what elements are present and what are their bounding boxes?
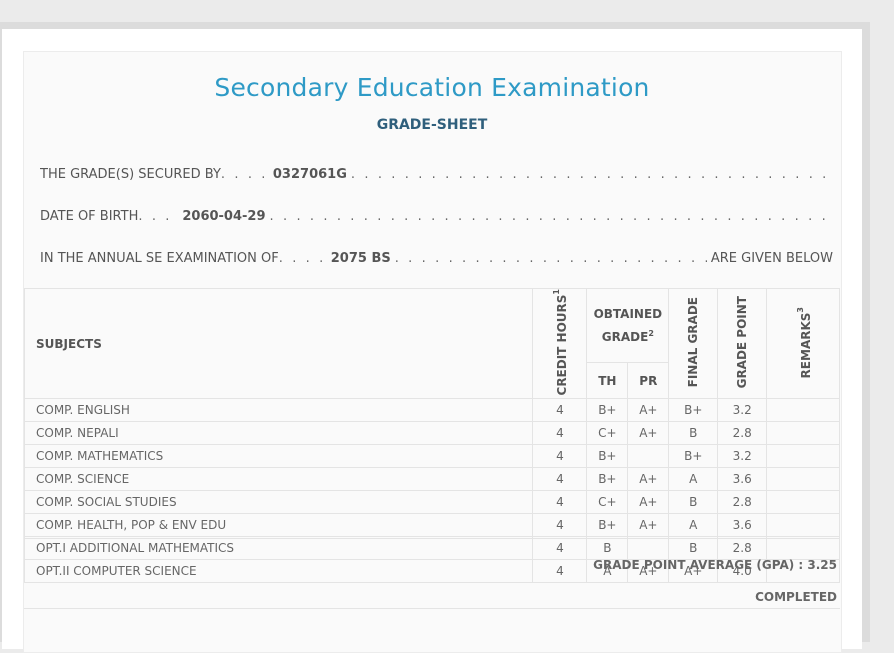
dot-leader: . . . . . . . . . . . . . . . . . . . . … <box>350 166 833 182</box>
subjects-header: SUBJECTS <box>23 287 534 400</box>
credit-hours-cell: 4 <box>532 398 588 423</box>
completion-status: COMPLETED <box>755 590 837 604</box>
remarks-cell <box>766 444 840 469</box>
gpa-value: 3.25 <box>807 558 837 572</box>
subject-cell: COMP. HEALTH, POP & ENV EDU <box>23 513 534 538</box>
grade-point-cell: 3.2 <box>717 398 768 423</box>
final-grade-cell: B <box>668 536 719 561</box>
subject-cell: COMP. MATHEMATICS <box>23 444 534 469</box>
theory-grade-cell: B+ <box>586 467 629 492</box>
table-row: COMP. SCIENCE 4 B+ A+ A 3.6 <box>23 467 840 492</box>
practical-grade-cell: A+ <box>627 398 670 423</box>
credit-hours-cell: 4 <box>532 559 588 584</box>
symbol-number: 0327061G <box>272 166 347 182</box>
gpa-summary: GRADE POINT AVERAGE (GPA) : 3.25 <box>593 558 837 572</box>
secured-by-line: THE GRADE(S) SECURED BY . . . . . . . . … <box>40 165 833 183</box>
subject-cell: OPT.I ADDITIONAL MATHEMATICS <box>23 536 534 561</box>
theory-grade-cell: B+ <box>586 398 629 423</box>
practical-grade-cell: A+ <box>627 490 670 515</box>
dob-label: DATE OF BIRTH <box>40 208 139 224</box>
gpa-label: GRADE POINT AVERAGE (GPA) : <box>593 558 804 572</box>
grade-point-cell: 2.8 <box>717 421 768 446</box>
table-row: COMP. HEALTH, POP & ENV EDU 4 B+ A+ A 3.6 <box>23 513 840 538</box>
dob-value: 2060-04-29 <box>182 208 266 224</box>
grade-sheet-heading: GRADE-SHEET <box>376 117 488 133</box>
grade-point-cell: 3.6 <box>717 513 768 538</box>
grade-point-cell: 2.8 <box>717 536 768 561</box>
practical-grade-cell: A+ <box>627 513 670 538</box>
credit-hours-cell: 4 <box>532 513 588 538</box>
dot-leader: . . . . . . . . . . . . . . . . . . . . … <box>269 208 833 224</box>
exam-year-line: IN THE ANNUAL SE EXAMINATION OF . . . . … <box>40 249 833 267</box>
final-grade-cell: B <box>668 421 719 446</box>
subject-cell: COMP. NEPALI <box>23 421 534 446</box>
remarks-cell <box>766 536 840 561</box>
remarks-cell <box>766 513 840 538</box>
grade-point-cell: 2.8 <box>717 490 768 515</box>
final-grade-cell: A <box>668 467 719 492</box>
final-grade-cell: A <box>668 513 719 538</box>
given-below-label: ARE GIVEN BELOW <box>710 250 833 266</box>
table-row: COMP. NEPALI 4 C+ A+ B 2.8 <box>23 421 840 446</box>
exam-label: IN THE ANNUAL SE EXAMINATION OF <box>40 250 279 266</box>
final-grade-cell: B+ <box>668 444 719 469</box>
obtained-grade-header: OBTAINED GRADE2 <box>586 288 670 363</box>
grades-table: SUBJECTS CREDIT HOURS1 OBTAINED GRADE2 F… <box>23 287 840 584</box>
exam-year-value: 2075 BS <box>330 250 391 266</box>
theory-grade-cell: B+ <box>586 513 629 538</box>
divider <box>24 608 840 609</box>
dot-leader: . . . . . . . . . <box>138 208 178 224</box>
secured-by-label: THE GRADE(S) SECURED BY <box>40 166 221 182</box>
theory-header: TH <box>586 361 629 400</box>
theory-grade-cell: B+ <box>586 444 629 469</box>
theory-grade-cell: C+ <box>586 490 629 515</box>
grade-point-cell: 3.2 <box>717 444 768 469</box>
credit-hours-cell: 4 <box>532 444 588 469</box>
theory-grade-cell: C+ <box>586 421 629 446</box>
remarks-cell <box>766 490 840 515</box>
credit-hours-cell: 4 <box>532 536 588 561</box>
remarks-cell <box>766 421 840 446</box>
table-row: COMP. SOCIAL STUDIES 4 C+ A+ B 2.8 <box>23 490 840 515</box>
subject-cell: COMP. ENGLISH <box>23 398 534 423</box>
final-grade-cell: B+ <box>668 398 719 423</box>
subject-cell: COMP. SOCIAL STUDIES <box>23 490 534 515</box>
grade-point-cell: 3.6 <box>717 467 768 492</box>
table-row: COMP. MATHEMATICS 4 B+ B+ 3.2 <box>23 444 840 469</box>
credit-hours-header: CREDIT HOURS1 <box>532 287 588 400</box>
remarks-cell <box>766 467 840 492</box>
credit-hours-cell: 4 <box>532 467 588 492</box>
final-grade-cell: B <box>668 490 719 515</box>
table-row: OPT.I ADDITIONAL MATHEMATICS 4 B B 2.8 <box>23 536 840 561</box>
grade-point-header: GRADE POINT <box>717 287 768 400</box>
dot-leader: . . . . . . . . . . <box>278 250 327 266</box>
practical-grade-cell <box>627 536 670 561</box>
subject-cell: COMP. SCIENCE <box>23 467 534 492</box>
table-row: COMP. ENGLISH 4 B+ A+ B+ 3.2 <box>23 398 840 423</box>
dot-leader: . . . . . . . . . . <box>220 166 269 182</box>
remarks-cell <box>766 398 840 423</box>
practical-grade-cell <box>627 444 670 469</box>
credit-hours-cell: 4 <box>532 490 588 515</box>
credit-hours-cell: 4 <box>532 421 588 446</box>
theory-grade-cell: B <box>586 536 629 561</box>
remarks-header: REMARKS3 <box>766 287 840 400</box>
divider <box>24 538 840 539</box>
practical-grade-cell: A+ <box>627 421 670 446</box>
date-of-birth-line: DATE OF BIRTH . . . . . . . . . 2060-04-… <box>40 207 833 225</box>
dot-leader: . . . . . . . . . . . . . . . . . . . . … <box>394 250 707 266</box>
final-grade-header: FINAL GRADE <box>668 287 719 400</box>
practical-grade-cell: A+ <box>627 467 670 492</box>
practical-header: PR <box>627 361 670 400</box>
subject-cell: OPT.II COMPUTER SCIENCE <box>23 559 534 584</box>
exam-title: Secondary Education Examination <box>214 73 650 102</box>
